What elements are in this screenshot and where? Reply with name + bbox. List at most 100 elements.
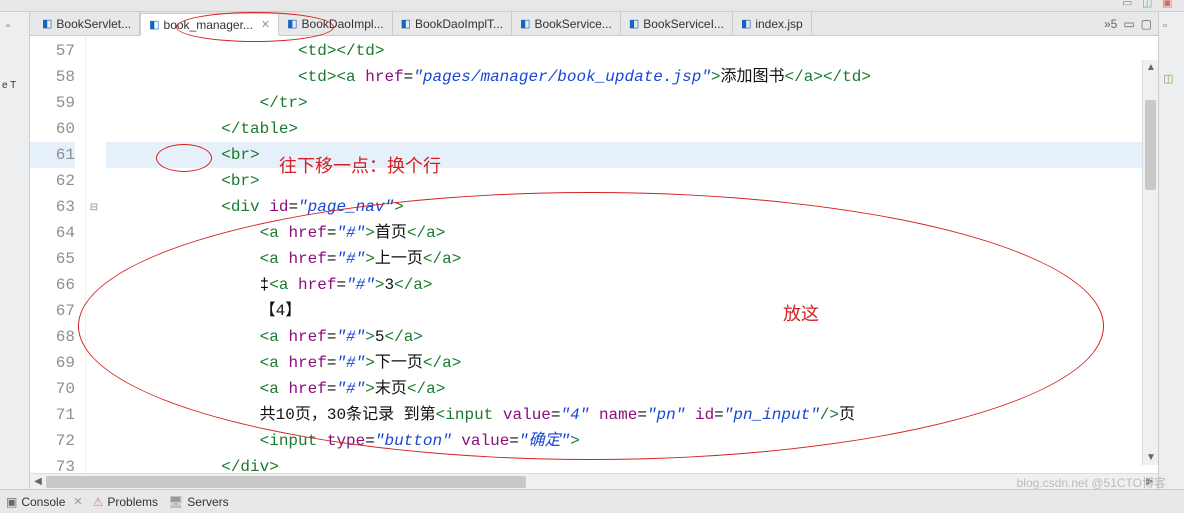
folding-gutter[interactable]: ⊟ <box>86 36 102 473</box>
workspace: ▫ e T ◧ BookServlet... ◧ book_manager...… <box>0 12 1184 489</box>
line-number: 68 <box>30 324 75 350</box>
line-number: 70 <box>30 376 75 402</box>
vertical-scrollbar[interactable]: ▲ ▼ <box>1142 60 1158 465</box>
perspective-icon[interactable]: ◫ <box>1142 0 1158 12</box>
code-line[interactable]: <div id="page_nav"> <box>106 194 1158 220</box>
tab-label: book_manager... <box>164 18 253 32</box>
tab-bookservlet[interactable]: ◧ BookServlet... <box>34 12 140 35</box>
servers-tab[interactable]: 🖥 Servers <box>168 495 229 509</box>
line-number: 65 <box>30 246 75 272</box>
code-line[interactable]: </tr> <box>106 90 1158 116</box>
code-line[interactable]: <a href="#">5</a> <box>106 324 1158 350</box>
code-line[interactable]: <br> <box>106 142 1158 168</box>
perspective-icons[interactable]: ▭ ◫ ▣ <box>1122 0 1178 12</box>
scroll-left-icon[interactable]: ◀ <box>30 476 46 487</box>
line-number: 63 <box>30 194 75 220</box>
scroll-thumb[interactable] <box>1145 100 1156 190</box>
line-number: 72 <box>30 428 75 454</box>
console-tab[interactable]: ▣ Console ✕ <box>6 495 83 509</box>
code-line[interactable]: <a href="#">末页</a> <box>106 376 1158 402</box>
line-number: 73 <box>30 454 75 473</box>
scroll-track[interactable] <box>46 476 1142 488</box>
code-line[interactable]: </table> <box>106 116 1158 142</box>
fold-marker <box>86 376 102 402</box>
fold-marker <box>86 220 102 246</box>
java-perspective-icon[interactable]: ▣ <box>1162 0 1178 12</box>
close-icon[interactable]: ✕ <box>261 18 270 31</box>
tab-bookservice[interactable]: ◧ BookService... <box>512 12 621 35</box>
code-line[interactable]: </div> <box>106 454 1158 473</box>
console-icon: ▣ <box>6 495 17 509</box>
view-min-icon[interactable]: ▫ <box>1163 20 1167 32</box>
tab-bookdaoimplt[interactable]: ◧ BookDaoImplT... <box>393 12 512 35</box>
view-min-icon[interactable]: ▫ <box>6 20 10 32</box>
fold-marker <box>86 38 102 64</box>
outline-icon[interactable]: ◫ <box>1163 72 1173 85</box>
java-icon: ◧ <box>401 17 411 30</box>
problems-label: Problems <box>107 495 158 509</box>
window-top-bar: ▭ ◫ ▣ <box>0 0 1184 12</box>
tab-index-jsp[interactable]: ◧ index.jsp <box>733 12 812 35</box>
tab-bookservicei[interactable]: ◧ BookServiceI... <box>621 12 733 35</box>
min-icon[interactable]: ▭ <box>1122 0 1138 12</box>
servers-label: Servers <box>187 495 228 509</box>
code-line[interactable]: ‡<a href="#">3</a> <box>106 272 1158 298</box>
sidebar-label: e T <box>2 80 16 91</box>
console-label: Console <box>21 495 65 509</box>
fold-marker <box>86 454 102 473</box>
fold-marker[interactable]: ⊟ <box>86 194 102 220</box>
horizontal-scrollbar[interactable]: ◀ ▶ <box>30 473 1158 489</box>
line-number: 57 <box>30 38 75 64</box>
problems-icon: ⚠ <box>93 495 104 509</box>
jsp-icon: ◧ <box>149 18 159 31</box>
fold-marker <box>86 142 102 168</box>
fold-marker <box>86 402 102 428</box>
code-area[interactable]: <td></td> <td><a href="pages/manager/boo… <box>102 36 1158 473</box>
line-number: 59 <box>30 90 75 116</box>
scroll-down-icon[interactable]: ▼ <box>1146 452 1156 463</box>
tab-label: BookDaoImplT... <box>415 17 503 31</box>
line-number: 61 <box>30 142 75 168</box>
code-line[interactable]: <td><a href="pages/manager/book_update.j… <box>106 64 1158 90</box>
code-line[interactable]: <a href="#">上一页</a> <box>106 246 1158 272</box>
code-line[interactable]: 【4】 <box>106 298 1158 324</box>
tab-overflow[interactable]: »5 ▭ ▢ <box>1098 12 1158 35</box>
left-sidebar[interactable]: ▫ e T <box>0 12 30 489</box>
minimize-icon[interactable]: ▭ <box>1123 17 1134 31</box>
right-sidebar[interactable]: ▫ ◫ <box>1158 12 1184 489</box>
fold-marker <box>86 298 102 324</box>
editor-tabs: ◧ BookServlet... ◧ book_manager... ✕ ◧ B… <box>30 12 1158 36</box>
scroll-right-icon[interactable]: ▶ <box>1142 476 1158 487</box>
scroll-up-icon[interactable]: ▲ <box>1146 62 1156 73</box>
tab-label: index.jsp <box>755 17 802 31</box>
tab-book-manager[interactable]: ◧ book_manager... ✕ <box>140 13 279 36</box>
fold-marker <box>86 272 102 298</box>
overflow-label: »5 <box>1104 17 1117 31</box>
tab-label: BookServiceI... <box>643 17 724 31</box>
java-icon: ◧ <box>287 17 297 30</box>
line-number: 67 <box>30 298 75 324</box>
java-icon: ◧ <box>629 17 639 30</box>
line-number: 69 <box>30 350 75 376</box>
code-line[interactable]: 共10页，30条记录 到第<input value="4" name="pn" … <box>106 402 1158 428</box>
jsp-icon: ◧ <box>741 17 751 30</box>
code-line[interactable]: <input type="button" value="确定"> <box>106 428 1158 454</box>
line-number: 64 <box>30 220 75 246</box>
editor-body: 5758596061626364656667686970717273 ⊟ <td… <box>30 36 1158 473</box>
line-number: 71 <box>30 402 75 428</box>
fold-marker <box>86 90 102 116</box>
code-line[interactable]: <a href="#">下一页</a> <box>106 350 1158 376</box>
code-line[interactable]: <td></td> <box>106 38 1158 64</box>
problems-tab[interactable]: ⚠ Problems <box>93 495 158 509</box>
java-icon: ◧ <box>42 17 52 30</box>
code-line[interactable]: <br> <box>106 168 1158 194</box>
close-icon[interactable]: ✕ <box>73 495 82 508</box>
scroll-thumb-h[interactable] <box>46 476 526 488</box>
tab-label: BookServlet... <box>56 17 131 31</box>
tab-label: BookService... <box>534 17 611 31</box>
tab-label: BookDaoImpl... <box>302 17 384 31</box>
code-line[interactable]: <a href="#">首页</a> <box>106 220 1158 246</box>
fold-marker <box>86 64 102 90</box>
tab-bookdaoimpl[interactable]: ◧ BookDaoImpl... <box>279 12 392 35</box>
maximize-icon[interactable]: ▢ <box>1141 17 1152 31</box>
